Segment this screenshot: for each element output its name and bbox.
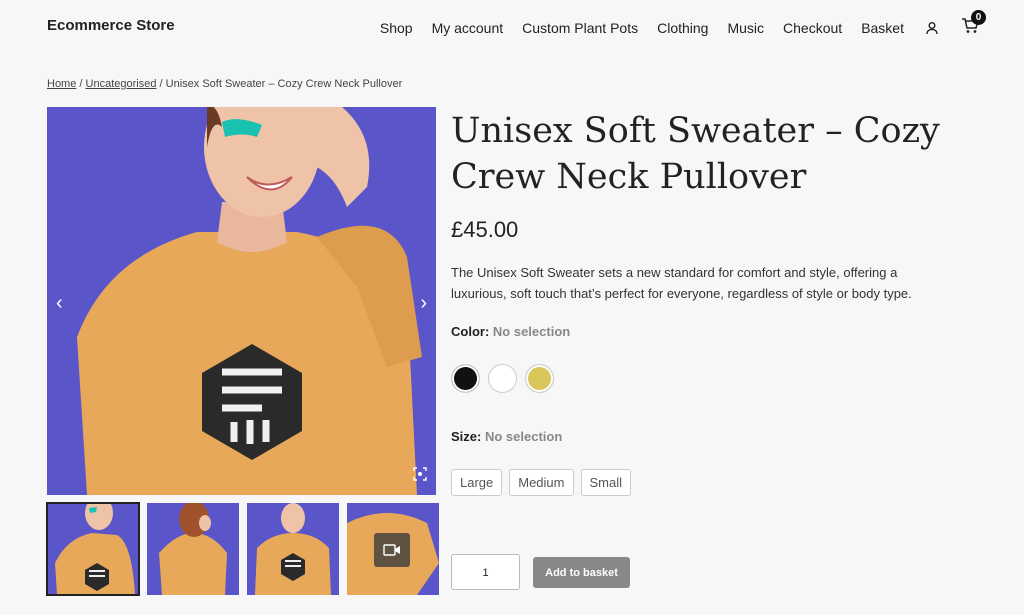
breadcrumb: Home / Uncategorised / Unisex Soft Sweat…	[47, 78, 402, 90]
nav-music[interactable]: Music	[727, 20, 764, 36]
thumbnail-1[interactable]	[46, 502, 140, 596]
thumbnail-strip	[46, 502, 439, 596]
size-selection-value: No selection	[484, 429, 563, 444]
quantity-input[interactable]: 1	[451, 554, 520, 590]
product-photo	[47, 107, 436, 495]
size-option-large[interactable]: Large	[451, 469, 503, 496]
nav-custom-plant-pots[interactable]: Custom Plant Pots	[522, 20, 638, 36]
color-selection-value: No selection	[492, 324, 571, 339]
breadcrumb-current: Unisex Soft Sweater – Cozy Crew Neck Pul…	[165, 78, 403, 90]
color-swatch-yellow[interactable]	[525, 364, 554, 393]
cart-count-badge: 0	[971, 10, 986, 25]
main-nav: Shop My account Custom Plant Pots Clothi…	[380, 10, 1024, 39]
color-option-label: Color: No selection	[451, 324, 570, 339]
size-option-label: Size: No selection	[451, 429, 562, 444]
product-title: Unisex Soft Sweater – Cozy Crew Neck Pul…	[451, 111, 940, 197]
color-swatches	[451, 364, 554, 393]
color-swatch-black[interactable]	[451, 364, 480, 393]
next-image-arrow-icon[interactable]: ›	[420, 292, 427, 315]
color-label: Color:	[451, 324, 490, 339]
nav-clothing[interactable]: Clothing	[657, 20, 708, 36]
breadcrumb-category[interactable]: Uncategorised	[86, 78, 157, 90]
product-price: £45.00	[451, 217, 519, 242]
size-option-small[interactable]: Small	[580, 469, 632, 496]
zoom-icon[interactable]	[412, 466, 428, 487]
site-header: Ecommerce Store Shop My account Custom P…	[0, 0, 1024, 56]
product-description: The Unisex Soft Sweater sets a new stand…	[451, 265, 912, 301]
thumbnail-2[interactable]	[147, 503, 239, 595]
product-main-image[interactable]: ‹ ›	[47, 107, 436, 495]
thumbnail-3[interactable]	[247, 503, 339, 595]
nav-my-account[interactable]: My account	[432, 20, 504, 36]
video-camera-icon	[374, 533, 410, 567]
site-title[interactable]: Ecommerce Store	[47, 17, 175, 34]
account-icon[interactable]	[925, 21, 939, 35]
size-label: Size:	[451, 429, 482, 444]
thumbnail-video[interactable]	[347, 503, 439, 595]
size-options: Large Medium Small	[451, 469, 632, 496]
breadcrumb-home[interactable]: Home	[47, 78, 76, 90]
nav-checkout[interactable]: Checkout	[783, 20, 842, 36]
cart-button[interactable]: 0	[961, 10, 986, 39]
add-to-basket-button[interactable]: Add to basket	[533, 557, 630, 588]
color-swatch-white[interactable]	[488, 364, 517, 393]
size-option-medium[interactable]: Medium	[509, 469, 574, 496]
nav-shop[interactable]: Shop	[380, 20, 413, 36]
nav-basket[interactable]: Basket	[861, 20, 904, 36]
previous-image-arrow-icon[interactable]: ‹	[56, 292, 63, 315]
